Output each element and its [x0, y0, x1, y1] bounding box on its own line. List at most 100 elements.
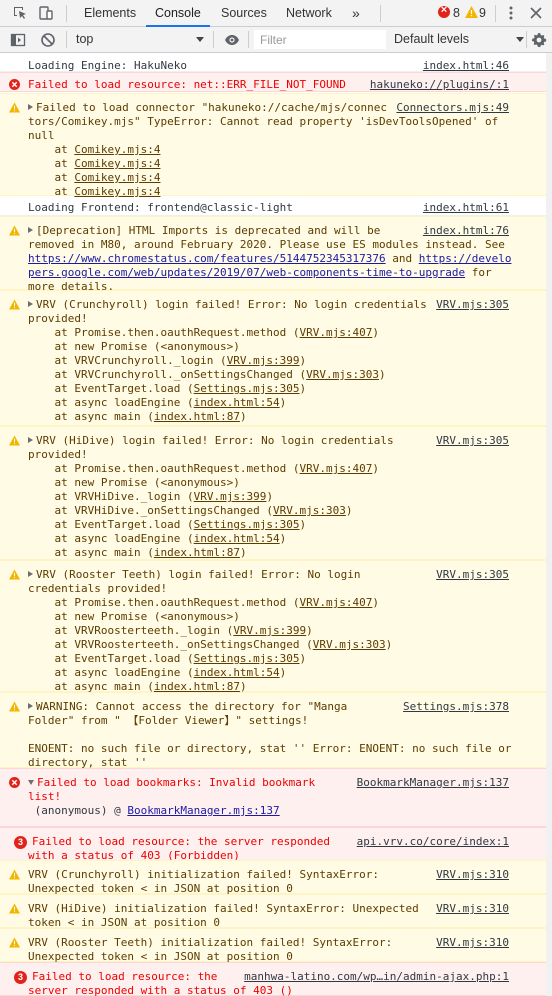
- tab-separator: [380, 5, 381, 22]
- console-message-text: WARNING: Cannot access the directory for…: [28, 700, 347, 714]
- tab-network[interactable]: Network: [286, 0, 332, 27]
- context-selector[interactable]: top: [76, 27, 93, 52]
- filter-input[interactable]: [254, 30, 386, 49]
- toolbar-separator: [66, 31, 67, 48]
- console-message-text: (anonymous) @ BookmarkManager.mjs:137: [28, 804, 280, 817]
- console-message-warn[interactable]: Failed to load connector "hakuneko://cac…: [0, 93, 552, 198]
- source-link[interactable]: manhwa-latino.com/wp…in/admin-ajax.php:1: [244, 970, 509, 984]
- console-message-text: Failed to load bookmarks: Invalid bookma…: [28, 776, 315, 790]
- console-message-text: at new Promise (<anonymous>): [28, 610, 240, 623]
- console-message-text: at EventTarget.load (Settings.mjs:305): [28, 382, 307, 395]
- console-message-text: at VRVCrunchyroll._login (VRV.mjs:399): [28, 354, 307, 367]
- console-message-warn[interactable]: VRV (Rooster Teeth) initialization faile…: [0, 928, 552, 963]
- source-link[interactable]: VRV.mjs:310: [436, 902, 509, 916]
- console-message-err[interactable]: 3 Failed to load resource: the server res…: [0, 827, 552, 864]
- close-devtools-icon[interactable]: [528, 5, 544, 21]
- device-toolbar-icon[interactable]: [38, 5, 54, 21]
- warning-icon: [9, 937, 20, 948]
- toolbar-separator: [213, 31, 214, 48]
- console-message-warn[interactable]: WARNING: Cannot access the directory for…: [0, 692, 552, 769]
- error-count[interactable]: 8: [453, 0, 460, 27]
- console-message-err[interactable]: Failed to load resource: net::ERR_FILE_N…: [0, 72, 552, 92]
- show-sidebar-icon[interactable]: [10, 32, 26, 48]
- source-link[interactable]: api.vrv.co/core/index:1: [357, 835, 509, 849]
- console-message-text: VRV (HiDive) login failed! Error: No log…: [28, 434, 394, 448]
- source-link[interactable]: BookmarkManager.mjs:137: [357, 776, 509, 790]
- console-message-text: ENOENT: no such file or directory, stat …: [28, 742, 512, 755]
- source-link[interactable]: VRV.mjs:305: [436, 298, 509, 312]
- console-message-warn[interactable]: VRV (Rooster Teeth) login failed! Error:…: [0, 560, 552, 693]
- source-link[interactable]: VRV.mjs:305: [436, 568, 509, 582]
- console-message-text: at Promise.then.oauthRequest.method (VRV…: [28, 596, 380, 609]
- stack-frame[interactable]: at Comikey.mjs:4: [28, 157, 160, 171]
- console-message-text: pers.google.com/web/updates/2019/07/web-…: [28, 266, 492, 279]
- console-message-text: [Deprecation] HTML Imports is deprecated…: [28, 224, 380, 238]
- log-levels-selector[interactable]: Default levels: [394, 27, 469, 52]
- inspect-element-icon[interactable]: [12, 5, 28, 21]
- console-message-warn[interactable]: VRV (Crunchyroll) initialization failed!…: [0, 860, 552, 895]
- clear-console-icon[interactable]: [40, 32, 56, 48]
- source-link[interactable]: index.html:76: [423, 224, 509, 238]
- console-message-text: Failed to load resource: net::ERR_FILE_N…: [28, 78, 346, 91]
- console-message-text: at new Promise (<anonymous>): [28, 340, 240, 353]
- more-options-icon[interactable]: [503, 5, 519, 21]
- tab-console[interactable]: Console: [146, 0, 210, 27]
- console-message-text: null: [28, 129, 55, 142]
- tab-separator: [495, 5, 496, 22]
- error-count-icon[interactable]: ×: [438, 4, 450, 18]
- console-messages[interactable]: Loading Engine: HakuNeko index.html:46 Fai…: [0, 53, 552, 996]
- warning-count-icon[interactable]: [465, 6, 478, 18]
- more-tabs-button[interactable]: »: [352, 0, 360, 27]
- warning-icon: [9, 701, 20, 712]
- source-link[interactable]: index.html:61: [423, 201, 509, 215]
- console-message-text: at async loadEngine (index.html:54): [28, 532, 287, 545]
- console-settings-gear-icon[interactable]: [531, 32, 547, 48]
- console-scrollbar[interactable]: [546, 53, 552, 996]
- console-message-text: at VRVHiDive._login (VRV.mjs:399): [28, 490, 274, 503]
- console-message-info[interactable]: Loading Frontend: frontend@classic-light…: [0, 196, 552, 216]
- console-message-info[interactable]: Loading Engine: HakuNeko index.html:46: [0, 54, 552, 72]
- source-link[interactable]: VRV.mjs:310: [436, 868, 509, 882]
- console-message-text: at EventTarget.load (Settings.mjs:305): [28, 652, 307, 665]
- console-message-text: provided!: [28, 448, 88, 461]
- console-message-text: at EventTarget.load (Settings.mjs:305): [28, 518, 307, 531]
- tab-sources[interactable]: Sources: [221, 0, 267, 27]
- source-link[interactable]: index.html:46: [423, 59, 509, 73]
- log-levels-dropdown-arrow[interactable]: [516, 37, 524, 42]
- console-message-warn[interactable]: VRV (HiDive) initialization failed! Synt…: [0, 894, 552, 929]
- console-message-text: at Promise.then.oauthRequest.method (VRV…: [28, 462, 380, 475]
- console-message-text: at async loadEngine (index.html:54): [28, 666, 287, 679]
- console-message-warn[interactable]: VRV (HiDive) login failed! Error: No log…: [0, 426, 552, 560]
- stack-frame[interactable]: at Comikey.mjs:4: [28, 171, 160, 185]
- warning-icon: [9, 225, 20, 236]
- console-message-text: list!: [28, 790, 62, 803]
- warning-icon: [9, 435, 20, 446]
- error-icon: [9, 79, 20, 90]
- console-message-warn[interactable]: [Deprecation] HTML Imports is deprecated…: [0, 216, 552, 293]
- devtools-tab-bar: Elements Console Sources Network » × 8 9: [0, 0, 552, 27]
- console-message-text: at async loadEngine (index.html:54): [28, 396, 287, 409]
- stack-frame[interactable]: at Comikey.mjs:4: [28, 143, 160, 157]
- tab-elements[interactable]: Elements: [84, 0, 136, 27]
- live-expression-eye-icon[interactable]: [224, 32, 240, 48]
- source-link[interactable]: hakuneko://plugins/:1: [370, 78, 509, 92]
- console-message-text: VRV (Crunchyroll) login failed! Error: N…: [28, 298, 427, 312]
- source-link[interactable]: Connectors.mjs:49: [396, 101, 509, 115]
- console-message-err[interactable]: 3 Failed to load resource: the server resp…: [0, 962, 552, 996]
- source-link[interactable]: Settings.mjs:378: [403, 700, 509, 714]
- console-message-warn[interactable]: VRV (Crunchyroll) login failed! Error: N…: [0, 290, 552, 426]
- console-message-err[interactable]: Failed to load bookmarks: Invalid bookma…: [0, 768, 552, 827]
- console-message-text: at Promise.then.oauthRequest.method (VRV…: [28, 326, 380, 339]
- console-message-text: Failed to load connector "hakuneko://cac…: [28, 101, 387, 115]
- source-link[interactable]: VRV.mjs:305: [436, 434, 509, 448]
- console-message-text: credentials provided!: [28, 582, 168, 595]
- repeat-count-badge: 3: [14, 836, 27, 849]
- toolbar-separator: [248, 31, 249, 48]
- source-link[interactable]: VRV.mjs:310: [436, 936, 509, 950]
- console-message-text: at VRVRoosterteeth._login (VRV.mjs:399): [28, 624, 313, 637]
- console-message-text: Failed to load resource: the server resp…: [32, 835, 331, 848]
- warning-count[interactable]: 9: [479, 0, 486, 27]
- warning-icon: [9, 102, 20, 113]
- console-message-text: at async main (index.html:87): [28, 546, 247, 559]
- context-dropdown-arrow[interactable]: [196, 37, 204, 42]
